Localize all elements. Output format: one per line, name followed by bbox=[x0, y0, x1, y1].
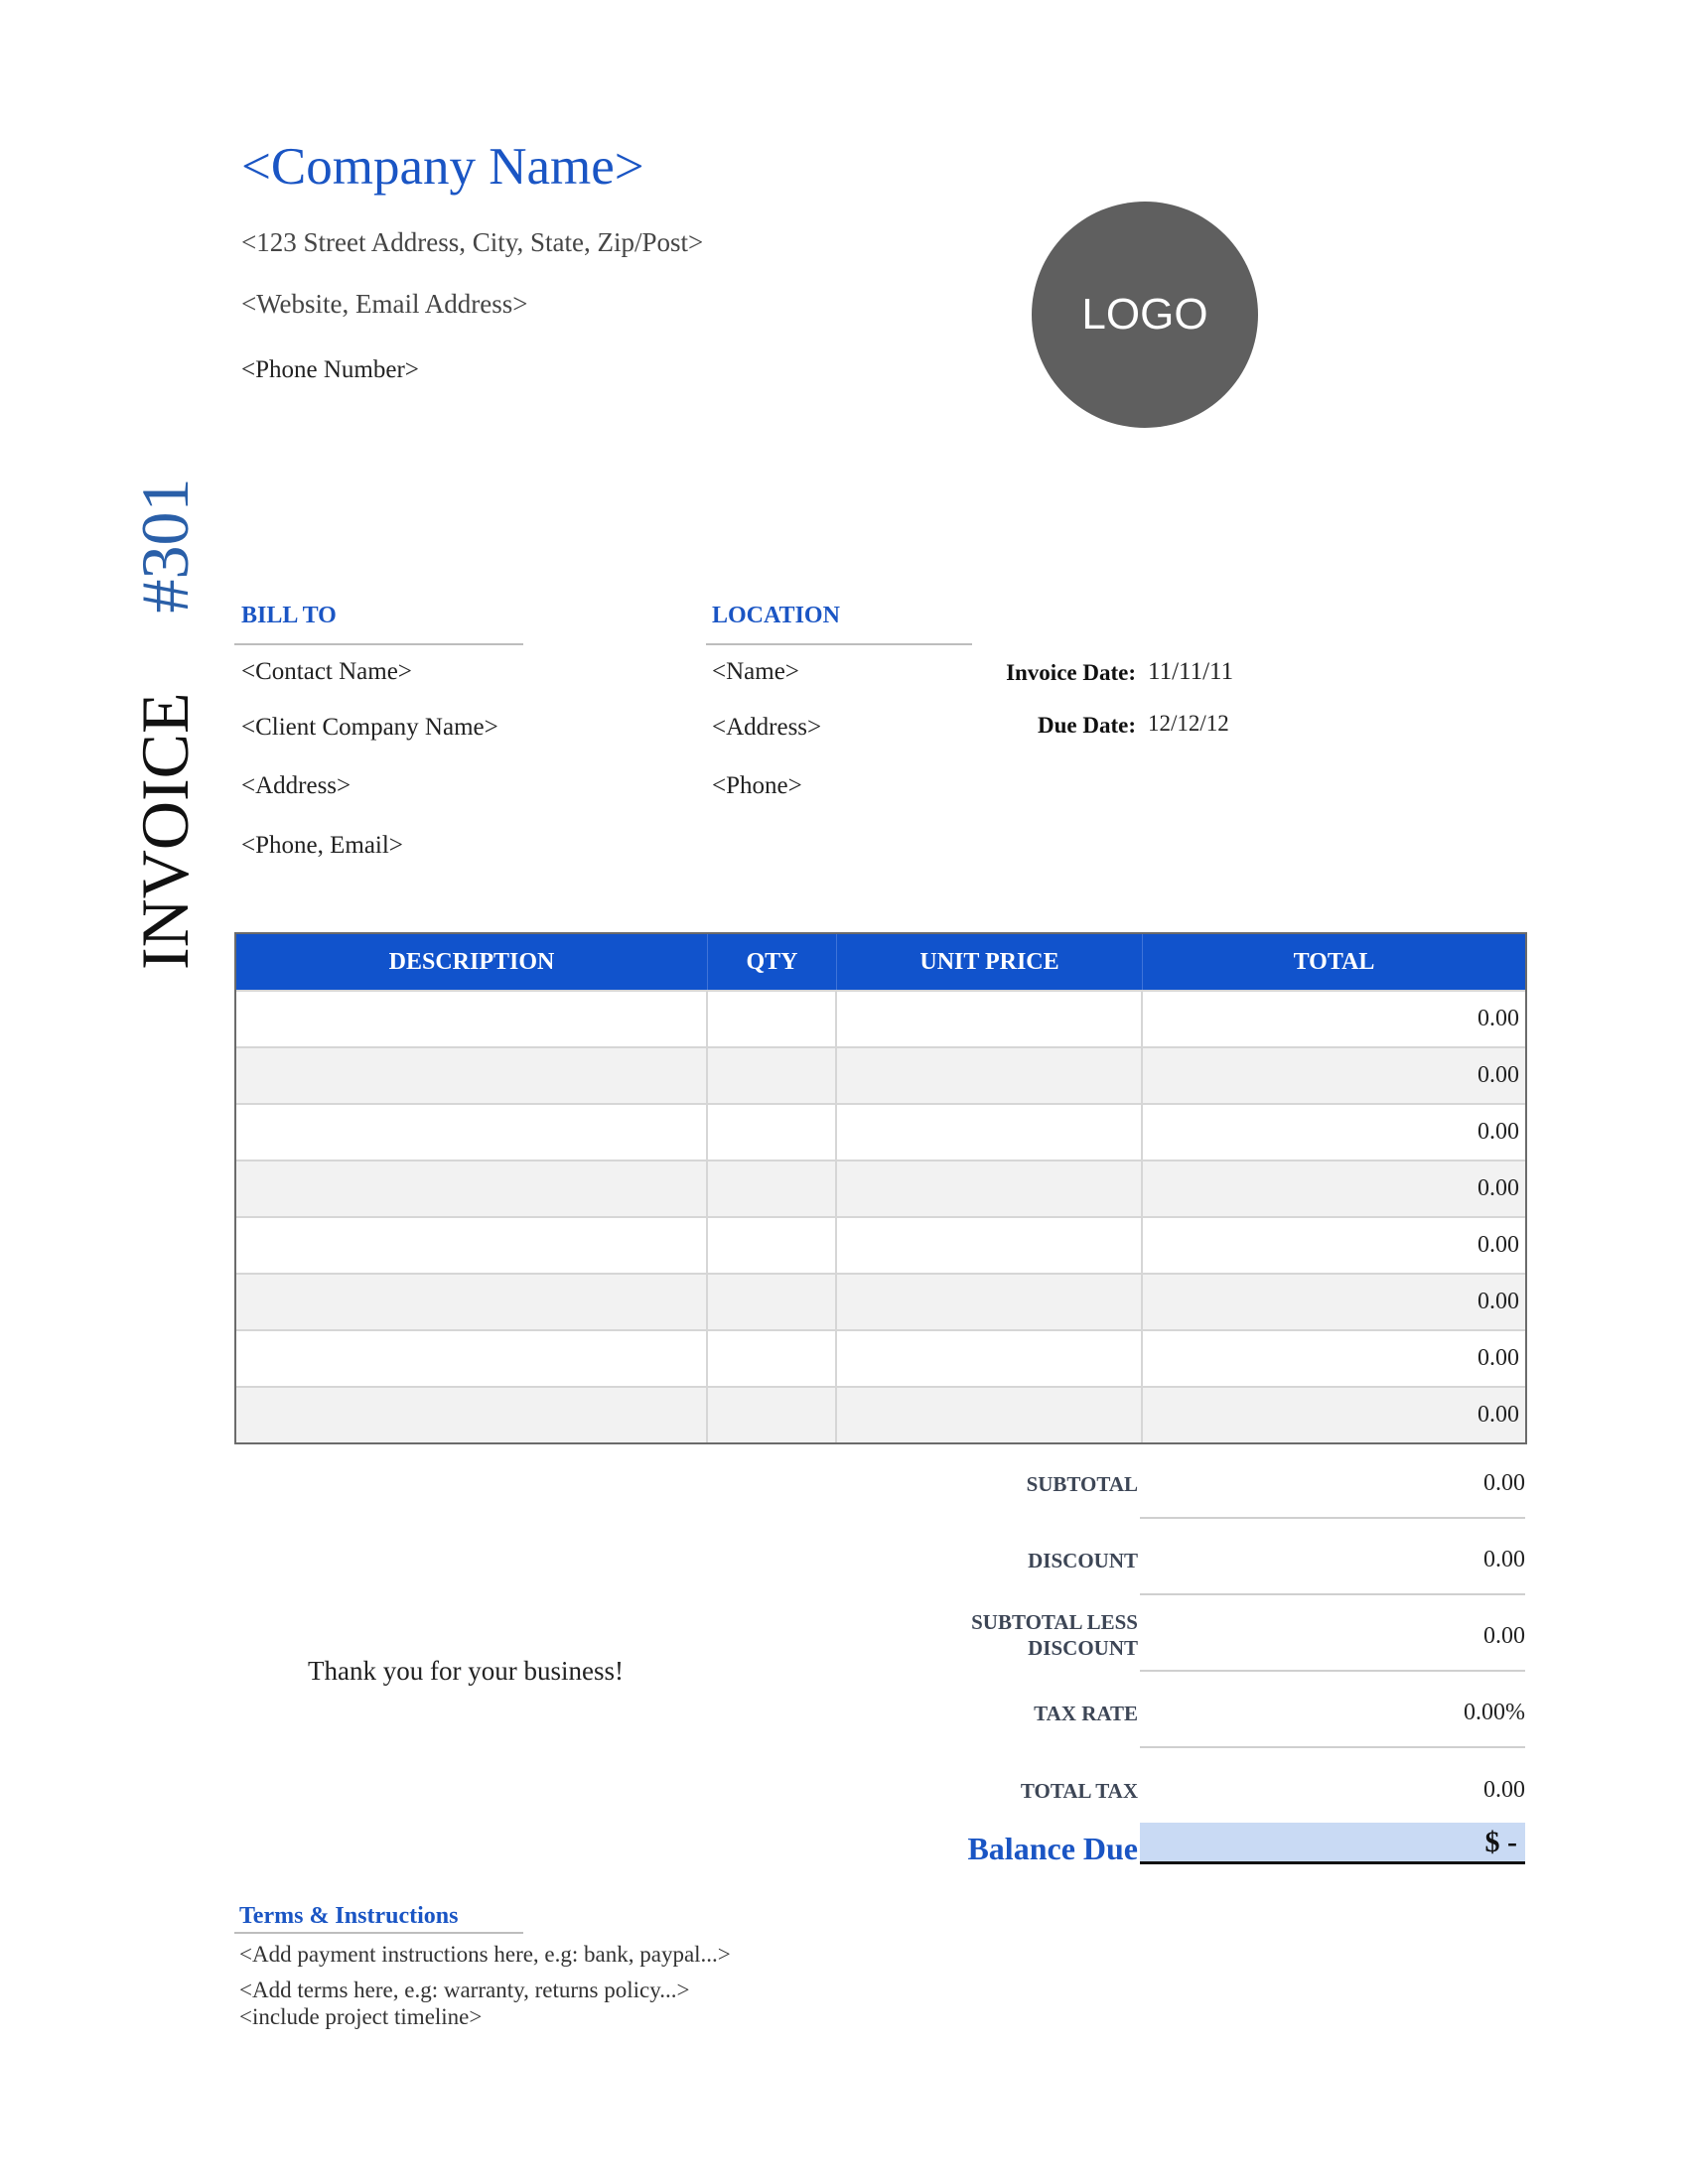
bill-to-company: <Client Company Name> bbox=[241, 714, 498, 741]
column-header-unit-price: UNIT PRICE bbox=[837, 934, 1143, 990]
bill-to-phone-email: <Phone, Email> bbox=[241, 832, 403, 859]
cell-unit-price bbox=[837, 992, 1143, 1046]
cell-description bbox=[236, 1161, 708, 1216]
bill-to-heading: BILL TO bbox=[241, 603, 337, 628]
subtotal-less-discount-label-line1: SUBTOTAL LESS bbox=[971, 1610, 1138, 1634]
subtotal-value: 0.00 bbox=[1483, 1470, 1525, 1496]
bill-to-rule bbox=[234, 643, 523, 645]
invoice-date-value: 11/11/11 bbox=[1148, 658, 1234, 685]
table-row: 0.00 bbox=[236, 1103, 1525, 1160]
summary-rule bbox=[1140, 1593, 1525, 1595]
balance-due-box: $ - bbox=[1140, 1823, 1525, 1864]
company-address: <123 Street Address, City, State, Zip/Po… bbox=[241, 227, 704, 257]
logo-text: LOGO bbox=[1081, 290, 1208, 339]
cell-qty bbox=[708, 1161, 837, 1216]
discount-value: 0.00 bbox=[1483, 1547, 1525, 1572]
company-name: <Company Name> bbox=[241, 138, 644, 196]
cell-total: 0.00 bbox=[1477, 1062, 1519, 1088]
due-date-value: 12/12/12 bbox=[1148, 711, 1229, 736]
table-row: 0.00 bbox=[236, 1386, 1525, 1442]
cell-description bbox=[236, 1105, 708, 1160]
cell-total: 0.00 bbox=[1477, 1232, 1519, 1258]
summary-rule bbox=[1140, 1517, 1525, 1519]
cell-unit-price bbox=[837, 1161, 1143, 1216]
terms-payment-instructions: <Add payment instructions here, e.g: ban… bbox=[239, 1942, 731, 1967]
terms-policy: <Add terms here, e.g: warranty, returns … bbox=[239, 1978, 690, 2002]
cell-description bbox=[236, 1218, 708, 1273]
cell-description bbox=[236, 1388, 708, 1442]
cell-unit-price bbox=[837, 1218, 1143, 1273]
cell-description bbox=[236, 1331, 708, 1386]
invoice-date-label: Invoice Date: bbox=[1006, 660, 1136, 685]
cell-total: 0.00 bbox=[1477, 1006, 1519, 1031]
cell-total: 0.00 bbox=[1477, 1175, 1519, 1201]
company-phone: <Phone Number> bbox=[241, 356, 419, 383]
column-header-total: TOTAL bbox=[1293, 948, 1375, 975]
location-heading: LOCATION bbox=[712, 603, 840, 628]
cell-description bbox=[236, 1048, 708, 1103]
table-row: 0.00 bbox=[236, 990, 1525, 1046]
terms-timeline: <include project timeline> bbox=[239, 2004, 483, 2029]
due-date-label: Due Date: bbox=[1038, 713, 1136, 738]
thank-you-note: Thank you for your business! bbox=[308, 1656, 624, 1686]
subtotal-less-discount-value: 0.00 bbox=[1483, 1623, 1525, 1649]
cell-qty bbox=[708, 992, 837, 1046]
summary-rule bbox=[1140, 1746, 1525, 1748]
tax-rate-label: TAX RATE bbox=[1034, 1702, 1138, 1725]
location-rule bbox=[706, 643, 972, 645]
cell-total: 0.00 bbox=[1477, 1402, 1519, 1428]
table-row: 0.00 bbox=[236, 1046, 1525, 1103]
terms-heading: Terms & Instructions bbox=[239, 1903, 459, 1929]
tax-rate-value: 0.00% bbox=[1464, 1700, 1525, 1725]
cell-unit-price bbox=[837, 1275, 1143, 1329]
cell-unit-price bbox=[837, 1105, 1143, 1160]
column-header-description: DESCRIPTION bbox=[236, 934, 708, 990]
total-tax-value: 0.00 bbox=[1483, 1777, 1525, 1803]
cell-qty bbox=[708, 1105, 837, 1160]
location-name: <Name> bbox=[712, 658, 799, 685]
subtotal-label: SUBTOTAL bbox=[1026, 1472, 1138, 1496]
terms-rule bbox=[234, 1932, 523, 1934]
subtotal-less-discount-label: SUBTOTAL LESS DISCOUNT bbox=[971, 1609, 1138, 1662]
cell-total: 0.00 bbox=[1477, 1119, 1519, 1145]
line-items-table: DESCRIPTION QTY UNIT PRICE TOTAL 0.00 0.… bbox=[234, 932, 1527, 1444]
cell-description bbox=[236, 1275, 708, 1329]
balance-due-label: Balance Due bbox=[967, 1831, 1138, 1866]
location-address: <Address> bbox=[712, 714, 822, 741]
bill-to-address: <Address> bbox=[241, 772, 352, 799]
cell-unit-price bbox=[837, 1048, 1143, 1103]
invoice-title-vertical: INVOICE #301 bbox=[127, 478, 203, 970]
cell-qty bbox=[708, 1218, 837, 1273]
column-header-qty: QTY bbox=[708, 934, 837, 990]
balance-due-value: $ - bbox=[1484, 1825, 1518, 1858]
subtotal-less-discount-label-line2: DISCOUNT bbox=[1028, 1636, 1138, 1661]
cell-unit-price bbox=[837, 1388, 1143, 1442]
table-row: 0.00 bbox=[236, 1329, 1525, 1386]
cell-qty bbox=[708, 1331, 837, 1386]
company-web-email: <Website, Email Address> bbox=[241, 289, 528, 319]
table-row: 0.00 bbox=[236, 1216, 1525, 1273]
cell-description bbox=[236, 992, 708, 1046]
cell-qty bbox=[708, 1275, 837, 1329]
logo-placeholder: LOGO bbox=[1032, 202, 1258, 428]
cell-total: 0.00 bbox=[1477, 1289, 1519, 1314]
cell-qty bbox=[708, 1388, 837, 1442]
summary-rule bbox=[1140, 1670, 1525, 1672]
invoice-number: #301 bbox=[127, 478, 203, 614]
table-row: 0.00 bbox=[236, 1160, 1525, 1216]
table-row: 0.00 bbox=[236, 1273, 1525, 1329]
cell-unit-price bbox=[837, 1331, 1143, 1386]
invoice-title: INVOICE bbox=[127, 692, 203, 970]
bill-to-contact: <Contact Name> bbox=[241, 658, 412, 685]
cell-total: 0.00 bbox=[1477, 1345, 1519, 1371]
table-header: DESCRIPTION QTY UNIT PRICE TOTAL bbox=[236, 934, 1525, 990]
total-tax-label: TOTAL TAX bbox=[1020, 1779, 1138, 1803]
discount-label: DISCOUNT bbox=[1028, 1549, 1138, 1572]
location-phone: <Phone> bbox=[712, 772, 802, 799]
cell-qty bbox=[708, 1048, 837, 1103]
